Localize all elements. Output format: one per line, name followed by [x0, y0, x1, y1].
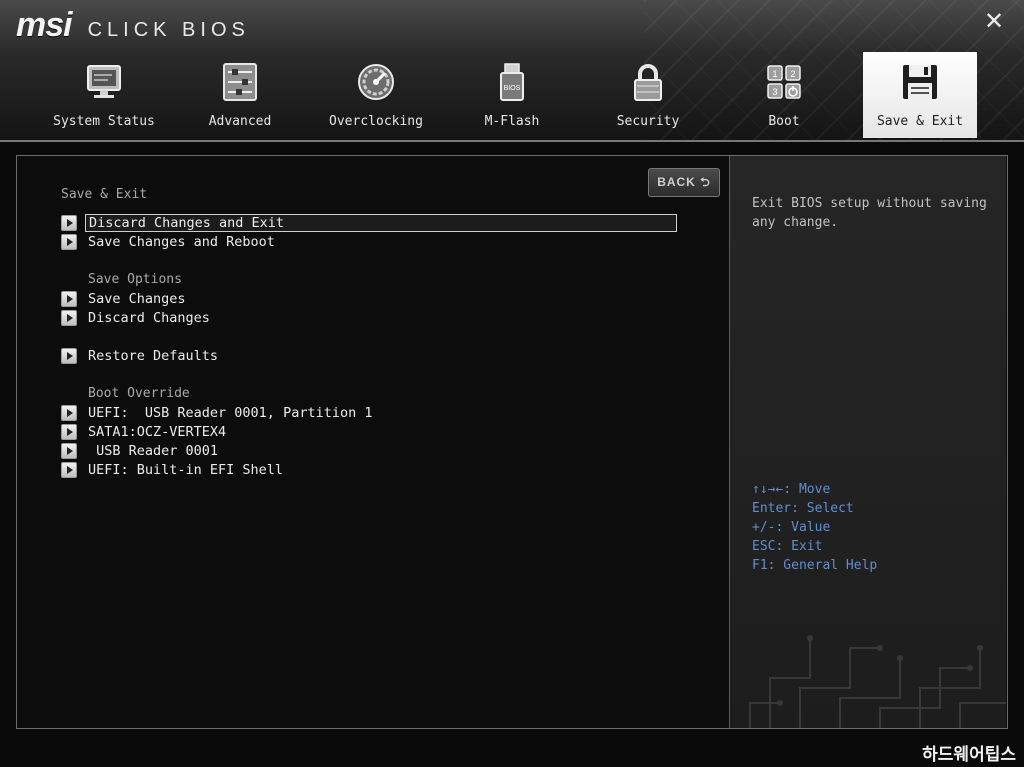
menu-item-label: Save Changes and Reboot	[88, 234, 275, 250]
product-name: CLICK BIOS	[87, 19, 250, 41]
floppy-disk-icon	[903, 65, 937, 99]
tab-boot[interactable]: 1 2 3 Boot	[727, 52, 841, 138]
gauge-icon	[358, 64, 394, 100]
monitor-icon	[87, 65, 121, 98]
key-legend: ↑↓→←: Move Enter: Select +/-: Value ESC:…	[752, 480, 877, 575]
tab-overclocking[interactable]: Overclocking	[319, 52, 433, 138]
header-bar: msi CLICK BIOS ✕ System Status Advanced …	[0, 0, 1024, 142]
tab-label: System Status	[53, 114, 155, 129]
key-hint-exit: ESC: Exit	[752, 539, 823, 554]
arrow-right-icon	[61, 310, 77, 326]
menu-item-label: UEFI: USB Reader 0001, Partition 1	[88, 405, 373, 421]
arrow-right-icon	[61, 405, 77, 421]
svg-text:3: 3	[772, 87, 777, 97]
svg-text:BIOS: BIOS	[504, 85, 521, 92]
tab-security[interactable]: Security	[591, 52, 705, 138]
tab-advanced[interactable]: Advanced	[183, 52, 297, 138]
menu-item-label: UEFI: Built-in EFI Shell	[88, 462, 284, 478]
tab-label: Save & Exit	[876, 114, 964, 129]
lock-icon	[634, 64, 662, 101]
boot-override-title: Boot Override	[88, 386, 190, 401]
help-description: Exit BIOS setup without saving any chang…	[752, 196, 987, 230]
tab-save-exit[interactable]: Save & Exit	[863, 52, 977, 138]
tab-m-flash[interactable]: BIOS M-Flash	[455, 52, 569, 138]
close-button[interactable]: ✕	[982, 10, 1006, 34]
msi-logo: msi CLICK BIOS	[16, 6, 250, 45]
menu-item-label: Discard Changes	[88, 310, 210, 326]
menu-item-label: Restore Defaults	[88, 348, 219, 364]
arrow-right-icon	[61, 424, 77, 440]
svg-text:1: 1	[772, 69, 777, 79]
tab-label: Security	[616, 114, 680, 129]
menu-item-label: Save Changes	[88, 291, 186, 307]
tab-system-status[interactable]: System Status	[47, 52, 161, 138]
close-icon: ✕	[983, 8, 1005, 35]
key-hint-move: ↑↓→←: Move	[752, 482, 831, 497]
arrow-right-icon	[61, 291, 77, 307]
menu-panel: BACK ⮌ Save & Exit Discard Changes and E…	[17, 156, 727, 728]
key-hint-select: Enter: Select	[752, 501, 854, 516]
menu-item-label: SATA1:OCZ-VERTEX4	[88, 424, 227, 440]
back-button[interactable]: BACK ⮌	[648, 168, 720, 197]
menu-item-label: USB Reader 0001	[88, 443, 219, 459]
arrow-right-icon	[61, 462, 77, 478]
usb-drive-icon: BIOS	[500, 63, 524, 101]
brand-name: msi	[16, 6, 73, 44]
watermark: 하드웨어팁스	[922, 745, 1016, 765]
save-options-title: Save Options	[88, 272, 182, 287]
boot-order-icon: 1 2 3	[767, 65, 801, 99]
settings-sliders-icon	[223, 63, 257, 101]
menu-item-label: Discard Changes and Exit	[85, 214, 677, 232]
arrow-right-icon	[61, 348, 77, 364]
tab-label: Overclocking	[329, 114, 423, 129]
key-hint-value: +/-: Value	[752, 520, 831, 535]
page-title: Save & Exit	[61, 187, 148, 202]
arrow-right-icon	[61, 234, 77, 250]
tab-label: Advanced	[208, 114, 272, 129]
tab-bar: System Status Advanced Overclocking BIOS…	[0, 52, 1024, 140]
key-hint-help: F1: General Help	[752, 558, 878, 573]
tab-label: M-Flash	[484, 114, 540, 129]
main-panel: BACK ⮌ Save & Exit Discard Changes and E…	[16, 155, 1008, 729]
help-panel: Exit BIOS setup without saving any chang…	[729, 156, 1006, 728]
svg-text:2: 2	[790, 69, 795, 79]
arrow-right-icon	[61, 215, 77, 231]
footer-bar: 하드웨어팁스	[0, 732, 1024, 767]
arrow-right-icon	[61, 443, 77, 459]
tab-label: Boot	[768, 114, 800, 129]
